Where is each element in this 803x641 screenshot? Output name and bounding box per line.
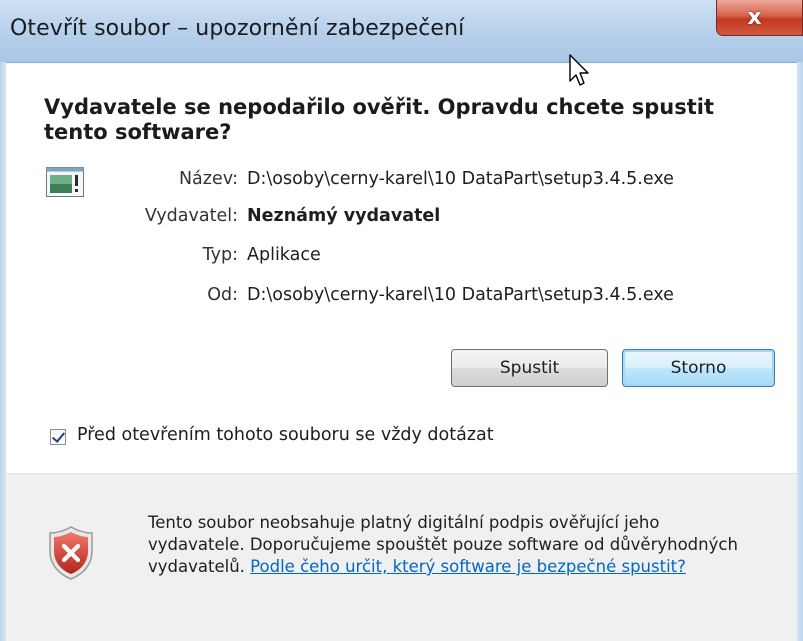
run-button[interactable]: Spustit	[451, 349, 608, 387]
cancel-button[interactable]: Storno	[622, 349, 775, 387]
always-ask-checkbox[interactable]	[50, 429, 66, 445]
mouse-cursor-icon	[569, 54, 589, 86]
close-icon: x	[747, 5, 762, 30]
info-value-from: D:\osoby\cerny-karel\10 DataPart\setup3.…	[247, 285, 674, 305]
shield-error-icon	[49, 526, 93, 580]
warning-headline: Vydavatele se nepodařilo ověřit. Opravdu…	[44, 95, 715, 144]
always-ask-label[interactable]: Před otevřením tohoto souboru se vždy do…	[77, 425, 494, 445]
application-icon	[46, 167, 84, 197]
safe-software-help-link[interactable]: Podle čeho určit, který software je bezp…	[250, 557, 686, 576]
info-value-publisher: Neznámý vydavatel	[247, 206, 441, 226]
close-button[interactable]: x	[716, 0, 803, 36]
warning-message: Tento soubor neobsahuje platný digitální…	[148, 512, 738, 578]
title-bar[interactable]: Otevřít soubor – upozornění zabezpečení …	[0, 0, 803, 63]
info-value-type: Aplikace	[247, 245, 321, 265]
info-value-name: D:\osoby\cerny-karel\10 DataPart\setup3.…	[247, 169, 674, 189]
info-label-name: Název:	[178, 169, 238, 189]
window-title: Otevřít soubor – upozornění zabezpečení	[10, 16, 465, 41]
info-label-from: Od:	[207, 285, 238, 305]
window-frame-right	[797, 62, 803, 641]
info-label-type: Typ:	[202, 245, 238, 265]
info-label-publisher: Vydavatel:	[144, 206, 238, 226]
